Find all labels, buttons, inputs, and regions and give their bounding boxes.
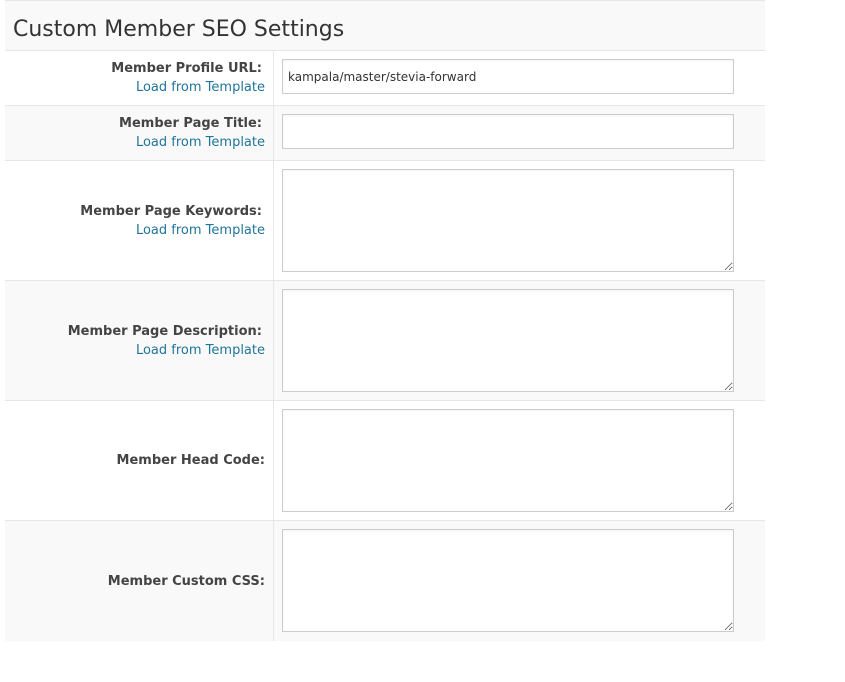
page-keywords-field-cell bbox=[274, 161, 765, 280]
page-title-label-cell: Member Page Title: Load from Template bbox=[5, 106, 274, 160]
profile-url-input[interactable] bbox=[282, 59, 734, 94]
page-title-load-template-link[interactable]: Load from Template bbox=[136, 133, 265, 152]
head-code-label: Member Head Code: bbox=[116, 453, 265, 468]
page-description-label-cell: Member Page Description: Load from Templ… bbox=[5, 281, 274, 400]
page-description-load-template-link[interactable]: Load from Template bbox=[136, 341, 265, 360]
profile-url-label: Member Profile URL: bbox=[111, 61, 262, 76]
profile-url-label-cell: Member Profile URL: Load from Template bbox=[5, 51, 274, 105]
custom-css-label-cell: Member Custom CSS: bbox=[5, 521, 274, 641]
page-keywords-load-template-link[interactable]: Load from Template bbox=[136, 221, 265, 240]
page-keywords-label: Member Page Keywords: bbox=[80, 203, 262, 219]
page-title-field-cell bbox=[274, 106, 765, 160]
page-title-label: Member Page Title: bbox=[119, 116, 262, 131]
page-description-label: Member Page Description: bbox=[67, 323, 262, 339]
head-code-label-cell: Member Head Code: bbox=[5, 401, 274, 520]
profile-url-row: Member Profile URL: Load from Template bbox=[5, 51, 765, 106]
section-title: Custom Member SEO Settings bbox=[5, 1, 765, 51]
page-keywords-label-cell: Member Page Keywords: Load from Template bbox=[5, 161, 274, 280]
head-code-textarea[interactable] bbox=[282, 409, 734, 512]
page-description-field-cell bbox=[274, 281, 765, 400]
page-title-row: Member Page Title: Load from Template bbox=[5, 106, 765, 161]
head-code-field-cell bbox=[274, 401, 765, 520]
seo-settings-panel: Custom Member SEO Settings Member Profil… bbox=[5, 0, 765, 641]
head-code-row: Member Head Code: bbox=[5, 401, 765, 521]
profile-url-field-cell bbox=[274, 51, 765, 105]
page-keywords-textarea[interactable] bbox=[282, 169, 734, 272]
page-keywords-row: Member Page Keywords: Load from Template bbox=[5, 161, 765, 281]
custom-css-textarea[interactable] bbox=[282, 529, 734, 632]
custom-css-label: Member Custom CSS: bbox=[107, 573, 265, 589]
page-description-row: Member Page Description: Load from Templ… bbox=[5, 281, 765, 401]
custom-css-row: Member Custom CSS: bbox=[5, 521, 765, 641]
page-description-textarea[interactable] bbox=[282, 289, 734, 392]
profile-url-load-template-link[interactable]: Load from Template bbox=[136, 78, 265, 97]
custom-css-field-cell bbox=[274, 521, 765, 641]
page-title-input[interactable] bbox=[282, 114, 734, 149]
